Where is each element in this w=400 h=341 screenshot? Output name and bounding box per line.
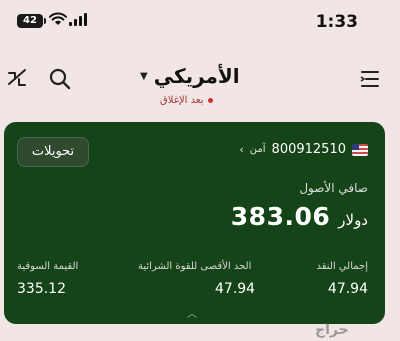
market-value-label: القيمة السوقية <box>17 261 79 272</box>
watermark-logo: حراج <box>315 322 349 338</box>
market-status: بعد الإغلاق <box>160 95 214 106</box>
wifi-icon <box>49 12 67 25</box>
total-cash-label: إجمالي النقد <box>316 261 369 272</box>
market-status-text: بعد الإغلاق <box>160 95 204 106</box>
market-selector[interactable]: ▼ الأمريكي <box>140 64 240 88</box>
caret-down-icon: ▼ <box>140 70 148 82</box>
battery-icon: 42 <box>17 14 43 28</box>
signal-icon <box>69 13 87 26</box>
status-bar: 42 1:33 <box>0 0 400 44</box>
search-icon[interactable] <box>48 67 72 91</box>
total-cash-value: 47.94 <box>327 281 368 297</box>
market-title: الأمريكي <box>153 64 240 88</box>
menu-icon[interactable] <box>360 69 380 89</box>
net-assets: 383.06 دولار <box>231 202 368 231</box>
buying-power-value: 47.94 <box>215 281 256 297</box>
chevron-left-icon: ‹ <box>239 143 244 156</box>
account-badge: آمن <box>249 144 266 155</box>
us-flag-icon <box>352 143 368 156</box>
status-dot-icon <box>208 98 214 103</box>
account-selector[interactable]: ‹ آمن 800912510 <box>239 142 368 157</box>
net-assets-label: صافي الأصول <box>299 181 368 195</box>
clock: 1:33 <box>315 12 358 32</box>
account-number: 800912510 <box>271 142 346 157</box>
net-assets-currency: دولار <box>338 211 368 229</box>
net-assets-value: 383.06 <box>230 202 331 231</box>
account-card[interactable]: تحويلات ‹ آمن 800912510 صافي الأصول 383.… <box>4 122 385 324</box>
swap-icon[interactable] <box>6 67 28 91</box>
battery-tip <box>44 18 46 24</box>
transfers-button[interactable]: تحويلات <box>17 137 89 167</box>
chevron-up-icon[interactable]: ︿ <box>187 305 197 320</box>
buying-power-label: الحد الأقصى للقوة الشرائية <box>138 261 252 272</box>
market-value-value: 335.12 <box>17 281 66 297</box>
